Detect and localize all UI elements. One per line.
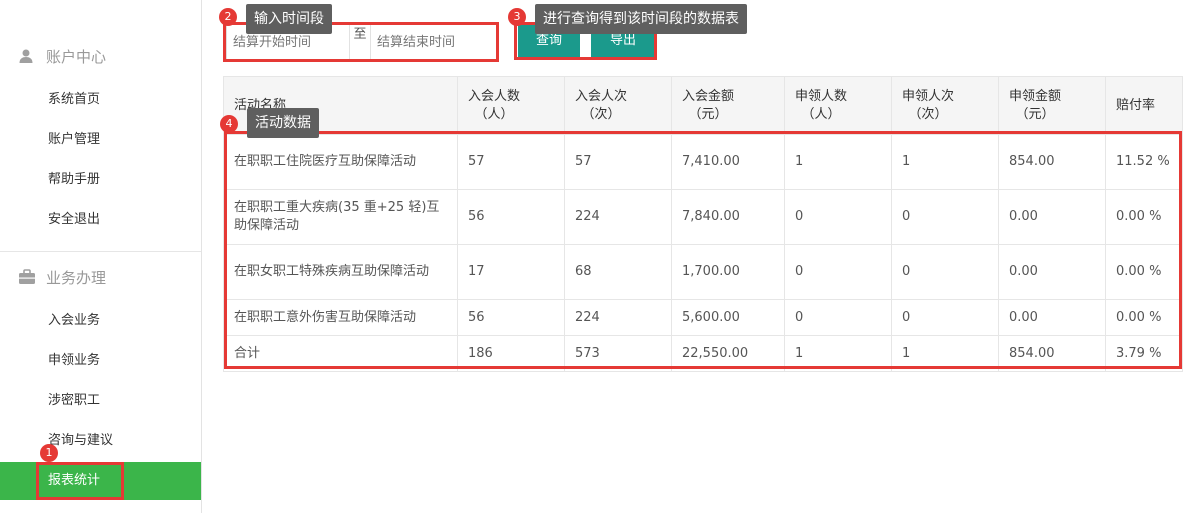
col-claim-count: 申领人数 （人） bbox=[784, 76, 892, 135]
table-header-row: 活动名称 入会人数 （人） 入会人次 （次） 入会金额 （元） 申领人数 （人） 申领人… bbox=[223, 76, 1183, 135]
col-claim-amount: 申领金额 （元） bbox=[998, 76, 1106, 135]
cell: 0 bbox=[784, 189, 892, 245]
cell: 5,600.00 bbox=[671, 299, 785, 336]
cell: 7,410.00 bbox=[671, 134, 785, 190]
cell: 0 bbox=[891, 189, 999, 245]
cell: 1 bbox=[784, 335, 892, 372]
sidebar: 账户中心 系统首页 账户管理 帮助手册 安全退出 业务办理 入会业务 申领业务 … bbox=[0, 0, 202, 513]
sidebar-divider bbox=[0, 251, 201, 252]
cell: 854.00 bbox=[998, 335, 1106, 372]
cell: 17 bbox=[457, 244, 565, 300]
sidebar-group-title: 账户中心 bbox=[46, 47, 107, 66]
table-row-total: 合计 186 573 22,550.00 1 1 854.00 3.79 % bbox=[223, 335, 1183, 372]
cell: 0.00 bbox=[998, 299, 1106, 336]
cell: 57 bbox=[564, 134, 672, 190]
table-row: 在职职工住院医疗互助保障活动 57 57 7,410.00 1 1 854.00… bbox=[223, 134, 1183, 190]
cell: 7,840.00 bbox=[671, 189, 785, 245]
sidebar-item-classified[interactable]: 涉密职工 bbox=[48, 391, 100, 411]
cell: 56 bbox=[457, 299, 565, 336]
sidebar-item-feedback[interactable]: 咨询与建议 bbox=[48, 431, 113, 451]
cell: 0.00 % bbox=[1105, 189, 1183, 245]
col-join-amount: 入会金额 （元） bbox=[671, 76, 785, 135]
sidebar-group-title: 业务办理 bbox=[46, 268, 107, 287]
sidebar-item-report[interactable]: 报表统计 bbox=[0, 462, 201, 500]
cell: 0 bbox=[784, 244, 892, 300]
cell: 11.52 % bbox=[1105, 134, 1183, 190]
sidebar-item-account[interactable]: 账户管理 bbox=[48, 130, 100, 150]
cell: 854.00 bbox=[998, 134, 1106, 190]
briefcase-icon bbox=[18, 269, 36, 285]
annotation-badge-1: 1 bbox=[40, 444, 58, 462]
cell: 0.00 bbox=[998, 189, 1106, 245]
cell: 0 bbox=[784, 299, 892, 336]
annotation-badge-4: 4 bbox=[220, 115, 238, 133]
sidebar-item-claim[interactable]: 申领业务 bbox=[48, 351, 100, 371]
cell: 在职女职工特殊疾病互助保障活动 bbox=[223, 244, 458, 300]
table-row: 在职职工重大疾病(35 重+25 轻)互助保障活动 56 224 7,840.0… bbox=[223, 189, 1183, 245]
cell: 56 bbox=[457, 189, 565, 245]
cell: 在职职工住院医疗互助保障活动 bbox=[223, 134, 458, 190]
cell: 0.00 bbox=[998, 244, 1106, 300]
cell: 22,550.00 bbox=[671, 335, 785, 372]
cell: 1 bbox=[891, 335, 999, 372]
annotation-tooltip-3: 进行查询得到该时间段的数据表 bbox=[535, 4, 747, 34]
col-payout-rate: 赔付率 bbox=[1105, 76, 1183, 135]
activity-table: 活动名称 入会人数 （人） 入会人次 （次） 入会金额 （元） 申领人数 （人） 申领人… bbox=[223, 76, 1183, 372]
sidebar-item-home[interactable]: 系统首页 bbox=[48, 90, 100, 110]
cell: 0 bbox=[891, 244, 999, 300]
sidebar-item-logout[interactable]: 安全退出 bbox=[48, 210, 100, 230]
cell: 在职职工意外伤害互助保障活动 bbox=[223, 299, 458, 336]
annotation-tooltip-2: 输入时间段 bbox=[246, 4, 332, 34]
cell: 1 bbox=[891, 134, 999, 190]
cell: 68 bbox=[564, 244, 672, 300]
table-row: 在职女职工特殊疾病互助保障活动 17 68 1,700.00 0 0 0.00 … bbox=[223, 244, 1183, 300]
annotation-badge-2: 2 bbox=[219, 8, 237, 26]
table-row: 在职职工意外伤害互助保障活动 56 224 5,600.00 0 0 0.00 … bbox=[223, 299, 1183, 336]
cell: 224 bbox=[564, 189, 672, 245]
col-claim-times: 申领人次 （次） bbox=[891, 76, 999, 135]
cell: 573 bbox=[564, 335, 672, 372]
sidebar-item-label: 报表统计 bbox=[48, 473, 101, 488]
cell: 0 bbox=[891, 299, 999, 336]
cell: 1 bbox=[784, 134, 892, 190]
col-join-times: 入会人次 （次） bbox=[564, 76, 672, 135]
cell: 0.00 % bbox=[1105, 299, 1183, 336]
sidebar-group-business: 业务办理 bbox=[18, 265, 106, 289]
col-join-count: 入会人数 （人） bbox=[457, 76, 565, 135]
annotation-tooltip-4: 活动数据 bbox=[247, 108, 319, 138]
user-icon bbox=[18, 48, 36, 64]
cell: 57 bbox=[457, 134, 565, 190]
sidebar-item-help[interactable]: 帮助手册 bbox=[48, 170, 100, 190]
cell: 合计 bbox=[223, 335, 458, 372]
cell: 224 bbox=[564, 299, 672, 336]
annotation-badge-3: 3 bbox=[508, 8, 526, 26]
end-date-input[interactable] bbox=[377, 25, 495, 60]
sidebar-group-account: 账户中心 bbox=[18, 44, 106, 68]
cell: 在职职工重大疾病(35 重+25 轻)互助保障活动 bbox=[223, 189, 458, 245]
cell: 186 bbox=[457, 335, 565, 372]
cell: 3.79 % bbox=[1105, 335, 1183, 372]
date-separator: 至 bbox=[349, 25, 371, 60]
cell: 1,700.00 bbox=[671, 244, 785, 300]
cell: 0.00 % bbox=[1105, 244, 1183, 300]
sidebar-item-join[interactable]: 入会业务 bbox=[48, 311, 100, 331]
